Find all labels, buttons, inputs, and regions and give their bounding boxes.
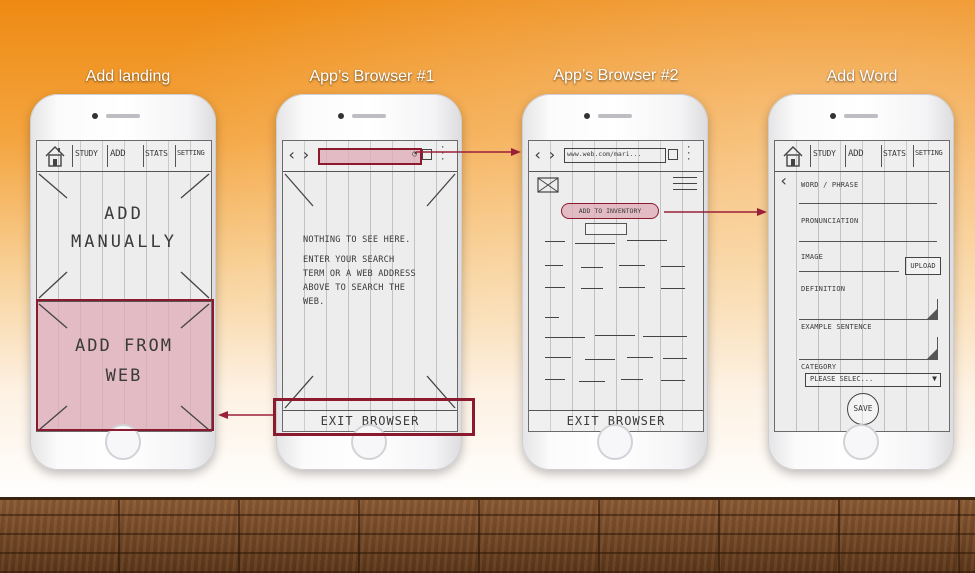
arrow-left-icon	[218, 411, 228, 419]
arrow-right-icon	[511, 148, 521, 156]
arrow-right-icon	[757, 208, 767, 216]
flow-arrows	[218, 148, 767, 419]
